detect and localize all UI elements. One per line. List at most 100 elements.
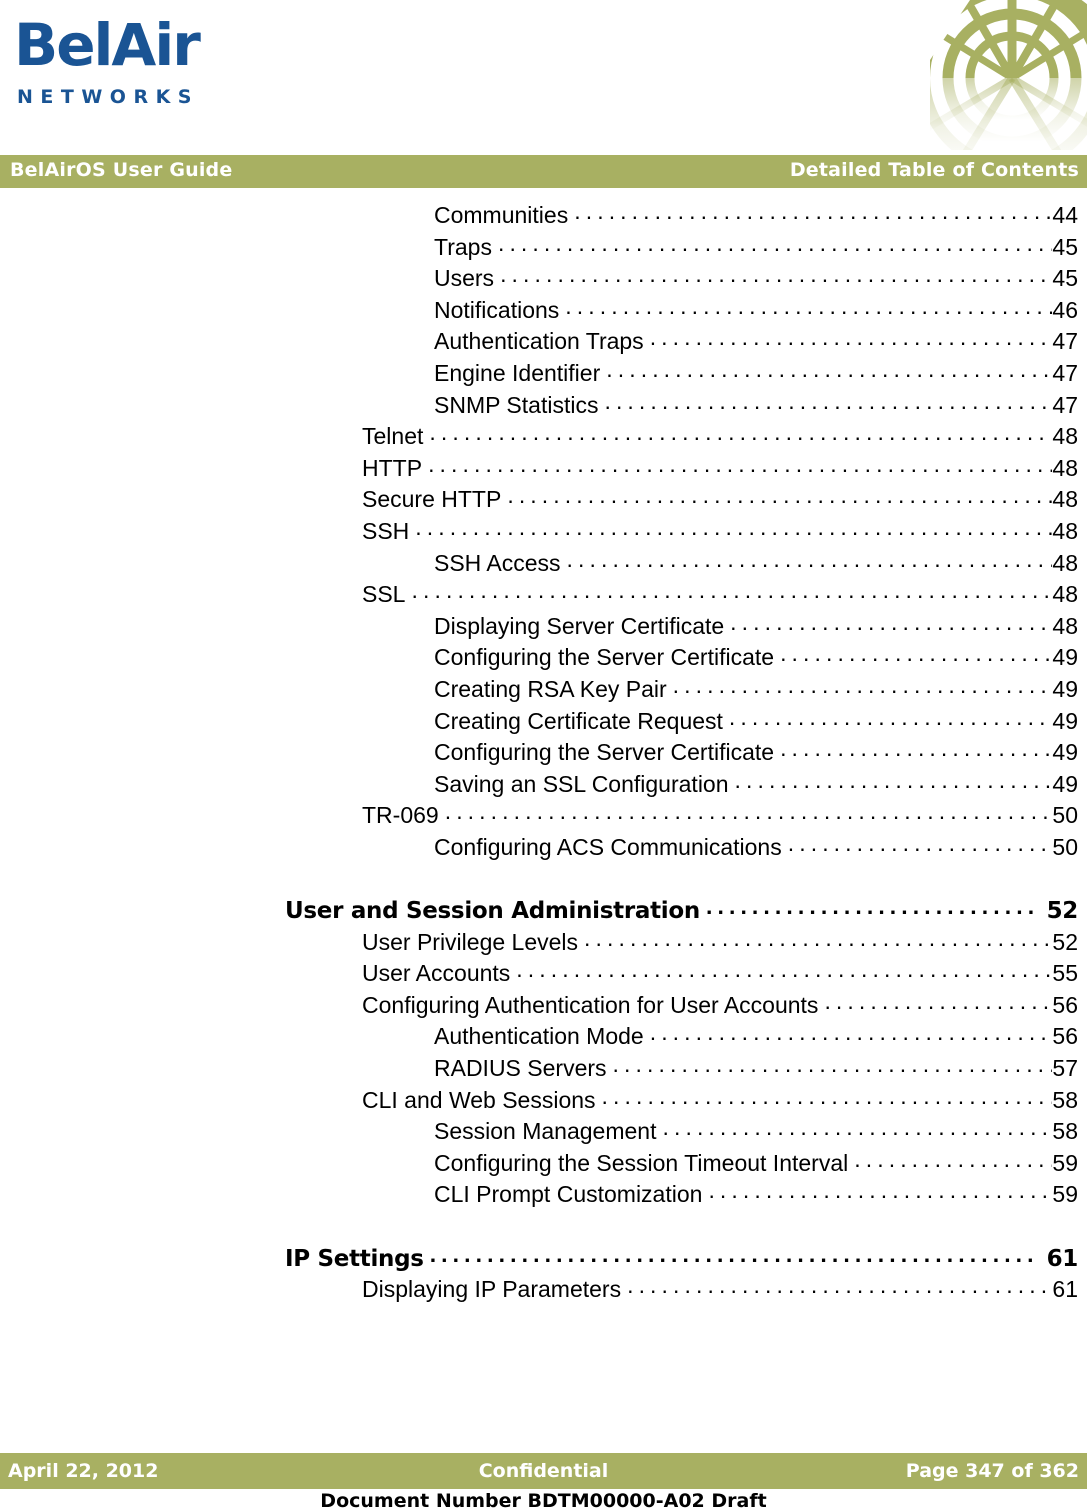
- toc-entry-page-number: 46: [1052, 296, 1078, 323]
- toc-leader-dots: ........................................…: [649, 1021, 1053, 1045]
- toc-entry-label: CLI and Web Sessions: [362, 1086, 596, 1113]
- toc-entry[interactable]: RADIUS Servers..........................…: [0, 1053, 1087, 1085]
- toc-entry-page-number: 47: [1052, 359, 1078, 386]
- toc-entry-label: CLI Prompt Customization: [434, 1181, 703, 1208]
- toc-entry[interactable]: Saving an SSL Configuration.............…: [0, 769, 1087, 801]
- toc-entry-page-number: 52: [1046, 898, 1079, 925]
- toc-entry[interactable]: SSH Access..............................…: [0, 548, 1087, 580]
- toc-leader-dots: ........................................…: [428, 452, 1052, 476]
- toc-entry[interactable]: Engine Identifier.......................…: [0, 358, 1087, 390]
- toc-leader-dots: ........................................…: [780, 642, 1052, 666]
- toc-entry-page-number: 45: [1052, 233, 1078, 260]
- toc-leader-dots: ........................................…: [627, 1274, 1053, 1298]
- toc-entry[interactable]: HTTP....................................…: [0, 453, 1087, 485]
- toc-entry[interactable]: CLI and Web Sessions....................…: [0, 1085, 1087, 1117]
- toc-spacer: [0, 863, 1087, 895]
- toc-entry[interactable]: Creating Certificate Request............…: [0, 706, 1087, 738]
- toc-leader-dots: ........................................…: [787, 831, 1053, 855]
- toc-leader-dots: ........................................…: [728, 705, 1052, 729]
- toc-entry-label: IP Settings: [285, 1245, 424, 1272]
- table-of-contents: Communities.............................…: [0, 200, 1087, 1306]
- toc-entry-label: SSL: [362, 581, 406, 608]
- toc-entry-label: Authentication Mode: [434, 1023, 644, 1050]
- toc-entry-label: Configuring Authentication for User Acco…: [362, 991, 819, 1018]
- toc-entry-page-number: 49: [1052, 644, 1078, 671]
- toc-entry-label: Notifications: [434, 296, 560, 323]
- toc-leader-dots: ........................................…: [606, 357, 1052, 381]
- toc-entry-page-number: 48: [1052, 454, 1078, 481]
- toc-entry[interactable]: Users...................................…: [0, 263, 1087, 295]
- toc-entry[interactable]: User Accounts...........................…: [0, 958, 1087, 990]
- toc-entry-page-number: 49: [1052, 739, 1078, 766]
- toc-leader-dots: ........................................…: [584, 926, 1052, 950]
- toc-entry-page-number: 48: [1052, 581, 1078, 608]
- toc-entry[interactable]: Session Management......................…: [0, 1116, 1087, 1148]
- toc-entry[interactable]: Secure HTTP.............................…: [0, 484, 1087, 516]
- toc-entry-label: SNMP Statistics: [434, 391, 599, 418]
- toc-entry[interactable]: TR-069..................................…: [0, 800, 1087, 832]
- toc-leader-dots: ........................................…: [500, 263, 1052, 287]
- toc-spacer: [0, 1211, 1087, 1243]
- toc-entry[interactable]: User Privilege Levels...................…: [0, 927, 1087, 959]
- toc-section-heading[interactable]: IP Settings.............................…: [0, 1243, 1087, 1275]
- toc-entry[interactable]: CLI Prompt Customization................…: [0, 1179, 1087, 1211]
- toc-leader-dots: ........................................…: [854, 1147, 1052, 1171]
- toc-entry-label: Creating RSA Key Pair: [434, 675, 667, 702]
- radial-wave-graphic-icon: [930, 0, 1087, 150]
- toc-entry-page-number: 48: [1052, 612, 1078, 639]
- toc-leader-dots: ........................................…: [429, 1242, 1034, 1266]
- toc-entry-page-number: 57: [1052, 1055, 1078, 1082]
- toc-entry[interactable]: Traps...................................…: [0, 232, 1087, 264]
- toc-entry-label: Telnet: [362, 423, 424, 450]
- toc-entry-page-number: 55: [1052, 960, 1078, 987]
- toc-entry[interactable]: SSH.....................................…: [0, 516, 1087, 548]
- toc-entry-label: Secure HTTP: [362, 486, 502, 513]
- toc-entry-label: Displaying Server Certificate: [434, 612, 725, 639]
- toc-entry[interactable]: Configuring the Server Certificate......…: [0, 642, 1087, 674]
- toc-entry-page-number: 50: [1052, 802, 1078, 829]
- toc-entry-page-number: 48: [1052, 423, 1078, 450]
- toc-leader-dots: ........................................…: [780, 737, 1052, 761]
- header-document-title: BelAirOS User Guide: [10, 159, 233, 181]
- toc-entry-label: SSH: [362, 517, 410, 544]
- toc-leader-dots: ........................................…: [444, 800, 1053, 824]
- toc-entry[interactable]: Configuring the Server Certificate......…: [0, 737, 1087, 769]
- toc-leader-dots: ........................................…: [604, 389, 1053, 413]
- page-footer-bar: April 22, 2012 Confidential Page 347 of …: [0, 1453, 1087, 1489]
- toc-entry[interactable]: Communities.............................…: [0, 200, 1087, 232]
- toc-entry-page-number: 58: [1052, 1118, 1078, 1145]
- toc-entry[interactable]: Authentication Traps....................…: [0, 326, 1087, 358]
- toc-entry[interactable]: Creating RSA Key Pair...................…: [0, 674, 1087, 706]
- toc-leader-dots: ........................................…: [662, 1116, 1053, 1140]
- toc-entry[interactable]: Notifications...........................…: [0, 295, 1087, 327]
- toc-entry[interactable]: Telnet..................................…: [0, 421, 1087, 453]
- toc-entry-label: Configuring the Server Certificate: [434, 644, 775, 671]
- toc-leader-dots: ........................................…: [612, 1053, 1053, 1077]
- toc-entry[interactable]: Authentication Mode.....................…: [0, 1021, 1087, 1053]
- toc-leader-dots: ........................................…: [507, 484, 1052, 508]
- toc-section-heading[interactable]: User and Session Administration.........…: [0, 895, 1087, 927]
- toc-entry[interactable]: Configuring the Session Timeout Interval…: [0, 1148, 1087, 1180]
- toc-leader-dots: ........................................…: [429, 421, 1052, 445]
- toc-entry[interactable]: Configuring Authentication for User Acco…: [0, 990, 1087, 1022]
- toc-entry[interactable]: SNMP Statistics.........................…: [0, 390, 1087, 422]
- toc-entry-page-number: 61: [1046, 1245, 1079, 1272]
- header-section-title: Detailed Table of Contents: [789, 159, 1079, 181]
- toc-entry-label: Configuring ACS Communications: [434, 833, 782, 860]
- toc-entry-page-number: 56: [1052, 991, 1078, 1018]
- toc-entry-label: Configuring the Server Certificate: [434, 739, 775, 766]
- toc-entry[interactable]: Displaying IP Parameters................…: [0, 1274, 1087, 1306]
- footer-page-indicator: Page 347 of 362: [905, 1460, 1079, 1482]
- toc-leader-dots: ........................................…: [497, 231, 1052, 255]
- toc-entry-page-number: 47: [1052, 328, 1078, 355]
- toc-entry[interactable]: Configuring ACS Communications..........…: [0, 832, 1087, 864]
- toc-entry[interactable]: Displaying Server Certificate...........…: [0, 611, 1087, 643]
- toc-entry-page-number: 48: [1052, 549, 1078, 576]
- toc-entry-page-number: 59: [1052, 1149, 1078, 1176]
- page-header-bar: BelAirOS User Guide Detailed Table of Co…: [0, 155, 1087, 188]
- toc-entry-label: User Accounts: [362, 960, 511, 987]
- toc-entry-page-number: 58: [1052, 1086, 1078, 1113]
- toc-entry[interactable]: SSL.....................................…: [0, 579, 1087, 611]
- toc-entry-label: Communities: [434, 202, 569, 228]
- toc-entry-label: User and Session Administration: [285, 898, 700, 925]
